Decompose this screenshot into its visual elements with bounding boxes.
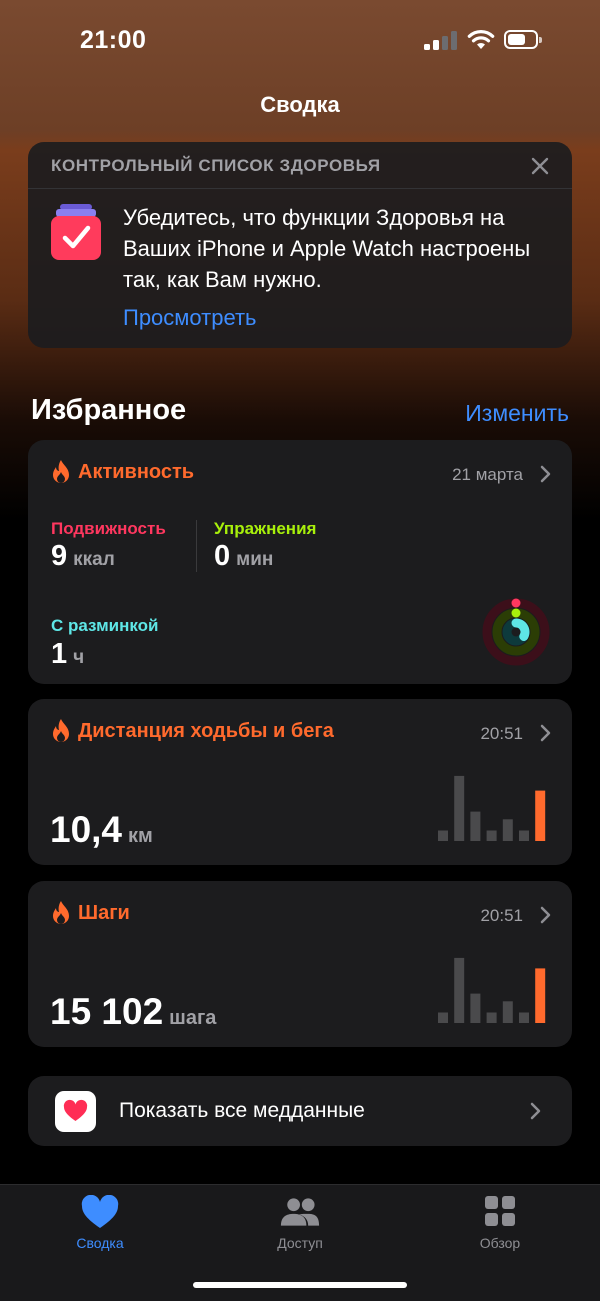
divider bbox=[28, 188, 572, 189]
show-all-health-data-label: Показать все медданные bbox=[119, 1099, 365, 1122]
activity-rings-icon bbox=[482, 598, 550, 666]
steps-value: 15 102 шага bbox=[50, 991, 217, 1032]
chevron-right-icon bbox=[540, 724, 551, 742]
flame-icon bbox=[53, 719, 69, 742]
mini-chart-bar bbox=[470, 993, 481, 1023]
mini-chart-bar bbox=[438, 830, 448, 841]
tab-browse[interactable]: Обзор bbox=[440, 1195, 560, 1251]
walking-distance-mini-chart bbox=[438, 775, 546, 841]
flame-icon bbox=[53, 901, 69, 924]
mini-chart-bar bbox=[454, 775, 465, 841]
mini-chart-bar bbox=[470, 811, 481, 841]
mini-chart-bar bbox=[519, 830, 529, 841]
health-app-icon bbox=[55, 1091, 96, 1132]
status-bar: 21:00 bbox=[0, 0, 600, 80]
steps-card[interactable]: Шаги 20:51 15 102 шага bbox=[28, 881, 572, 1047]
mini-chart-bar bbox=[486, 830, 497, 841]
walking-distance-title: Дистанция ходьбы и бега bbox=[78, 720, 334, 742]
people-icon bbox=[280, 1198, 320, 1226]
grid-icon bbox=[485, 1196, 515, 1226]
tab-sharing-label: Доступ bbox=[277, 1235, 323, 1251]
mini-chart-bar bbox=[502, 1001, 513, 1023]
mini-chart-bar bbox=[535, 968, 546, 1023]
heart-icon bbox=[63, 1099, 88, 1121]
steps-mini-chart bbox=[438, 957, 546, 1023]
checklist-header: КОНТРОЛЬНЫЙ СПИСОК ЗДОРОВЬЯ bbox=[51, 156, 381, 175]
mini-chart-bar bbox=[519, 1012, 529, 1023]
move-label: Подвижность bbox=[51, 519, 166, 538]
activity-date: 21 марта bbox=[452, 465, 523, 484]
health-checklist-card[interactable]: КОНТРОЛЬНЫЙ СПИСОК ЗДОРОВЬЯ Убедитесь, ч… bbox=[28, 142, 572, 348]
metric-divider bbox=[196, 520, 197, 572]
walking-distance-value: 10,4 км bbox=[50, 809, 153, 850]
mini-chart-bar bbox=[486, 1012, 497, 1023]
checklist-icon bbox=[51, 204, 101, 260]
stand-label: С разминкой bbox=[51, 616, 159, 635]
tab-summary[interactable]: Сводка bbox=[40, 1195, 160, 1251]
exercise-label: Упражнения bbox=[214, 519, 317, 538]
steps-title: Шаги bbox=[78, 902, 130, 924]
page-title: Сводка bbox=[260, 92, 340, 117]
steps-time: 20:51 bbox=[480, 906, 523, 925]
move-value: 9 ккал bbox=[51, 540, 115, 572]
heart-icon bbox=[81, 1195, 119, 1228]
home-indicator bbox=[193, 1282, 407, 1288]
tab-sharing[interactable]: Доступ bbox=[240, 1195, 360, 1251]
mini-chart-bar bbox=[535, 790, 546, 841]
close-icon[interactable] bbox=[528, 154, 552, 178]
wifi-icon bbox=[467, 30, 495, 49]
exercise-value: 0 мин bbox=[214, 540, 274, 572]
checklist-description: Убедитесь, что функции Здоровья на Ваших… bbox=[123, 205, 531, 292]
walking-distance-time: 20:51 bbox=[480, 724, 523, 743]
flame-icon bbox=[53, 460, 69, 483]
tab-summary-label: Сводка bbox=[76, 1235, 124, 1251]
chevron-right-icon bbox=[530, 1102, 541, 1120]
show-all-health-data-button[interactable]: Показать все медданные bbox=[28, 1076, 572, 1146]
mini-chart-bar bbox=[454, 957, 465, 1023]
battery-icon bbox=[504, 30, 542, 49]
stand-value: 1ч bbox=[51, 638, 85, 670]
mini-chart-bar bbox=[502, 819, 513, 841]
mini-chart-bar bbox=[438, 1012, 448, 1023]
edit-favorites-button[interactable]: Изменить bbox=[465, 400, 569, 427]
status-time: 21:00 bbox=[80, 26, 147, 54]
cellular-signal-icon bbox=[424, 30, 458, 50]
favorites-title: Избранное bbox=[31, 394, 187, 426]
chevron-right-icon bbox=[540, 465, 551, 483]
walking-distance-card[interactable]: Дистанция ходьбы и бега 20:51 10,4 км bbox=[28, 699, 572, 865]
tab-browse-label: Обзор bbox=[479, 1235, 521, 1251]
view-checklist-link[interactable]: Просмотреть bbox=[123, 305, 257, 331]
activity-title: Активность bbox=[78, 461, 195, 483]
chevron-right-icon bbox=[540, 906, 551, 924]
activity-card[interactable]: Активность 21 марта Подвижность 9 ккал Уп… bbox=[28, 440, 572, 684]
